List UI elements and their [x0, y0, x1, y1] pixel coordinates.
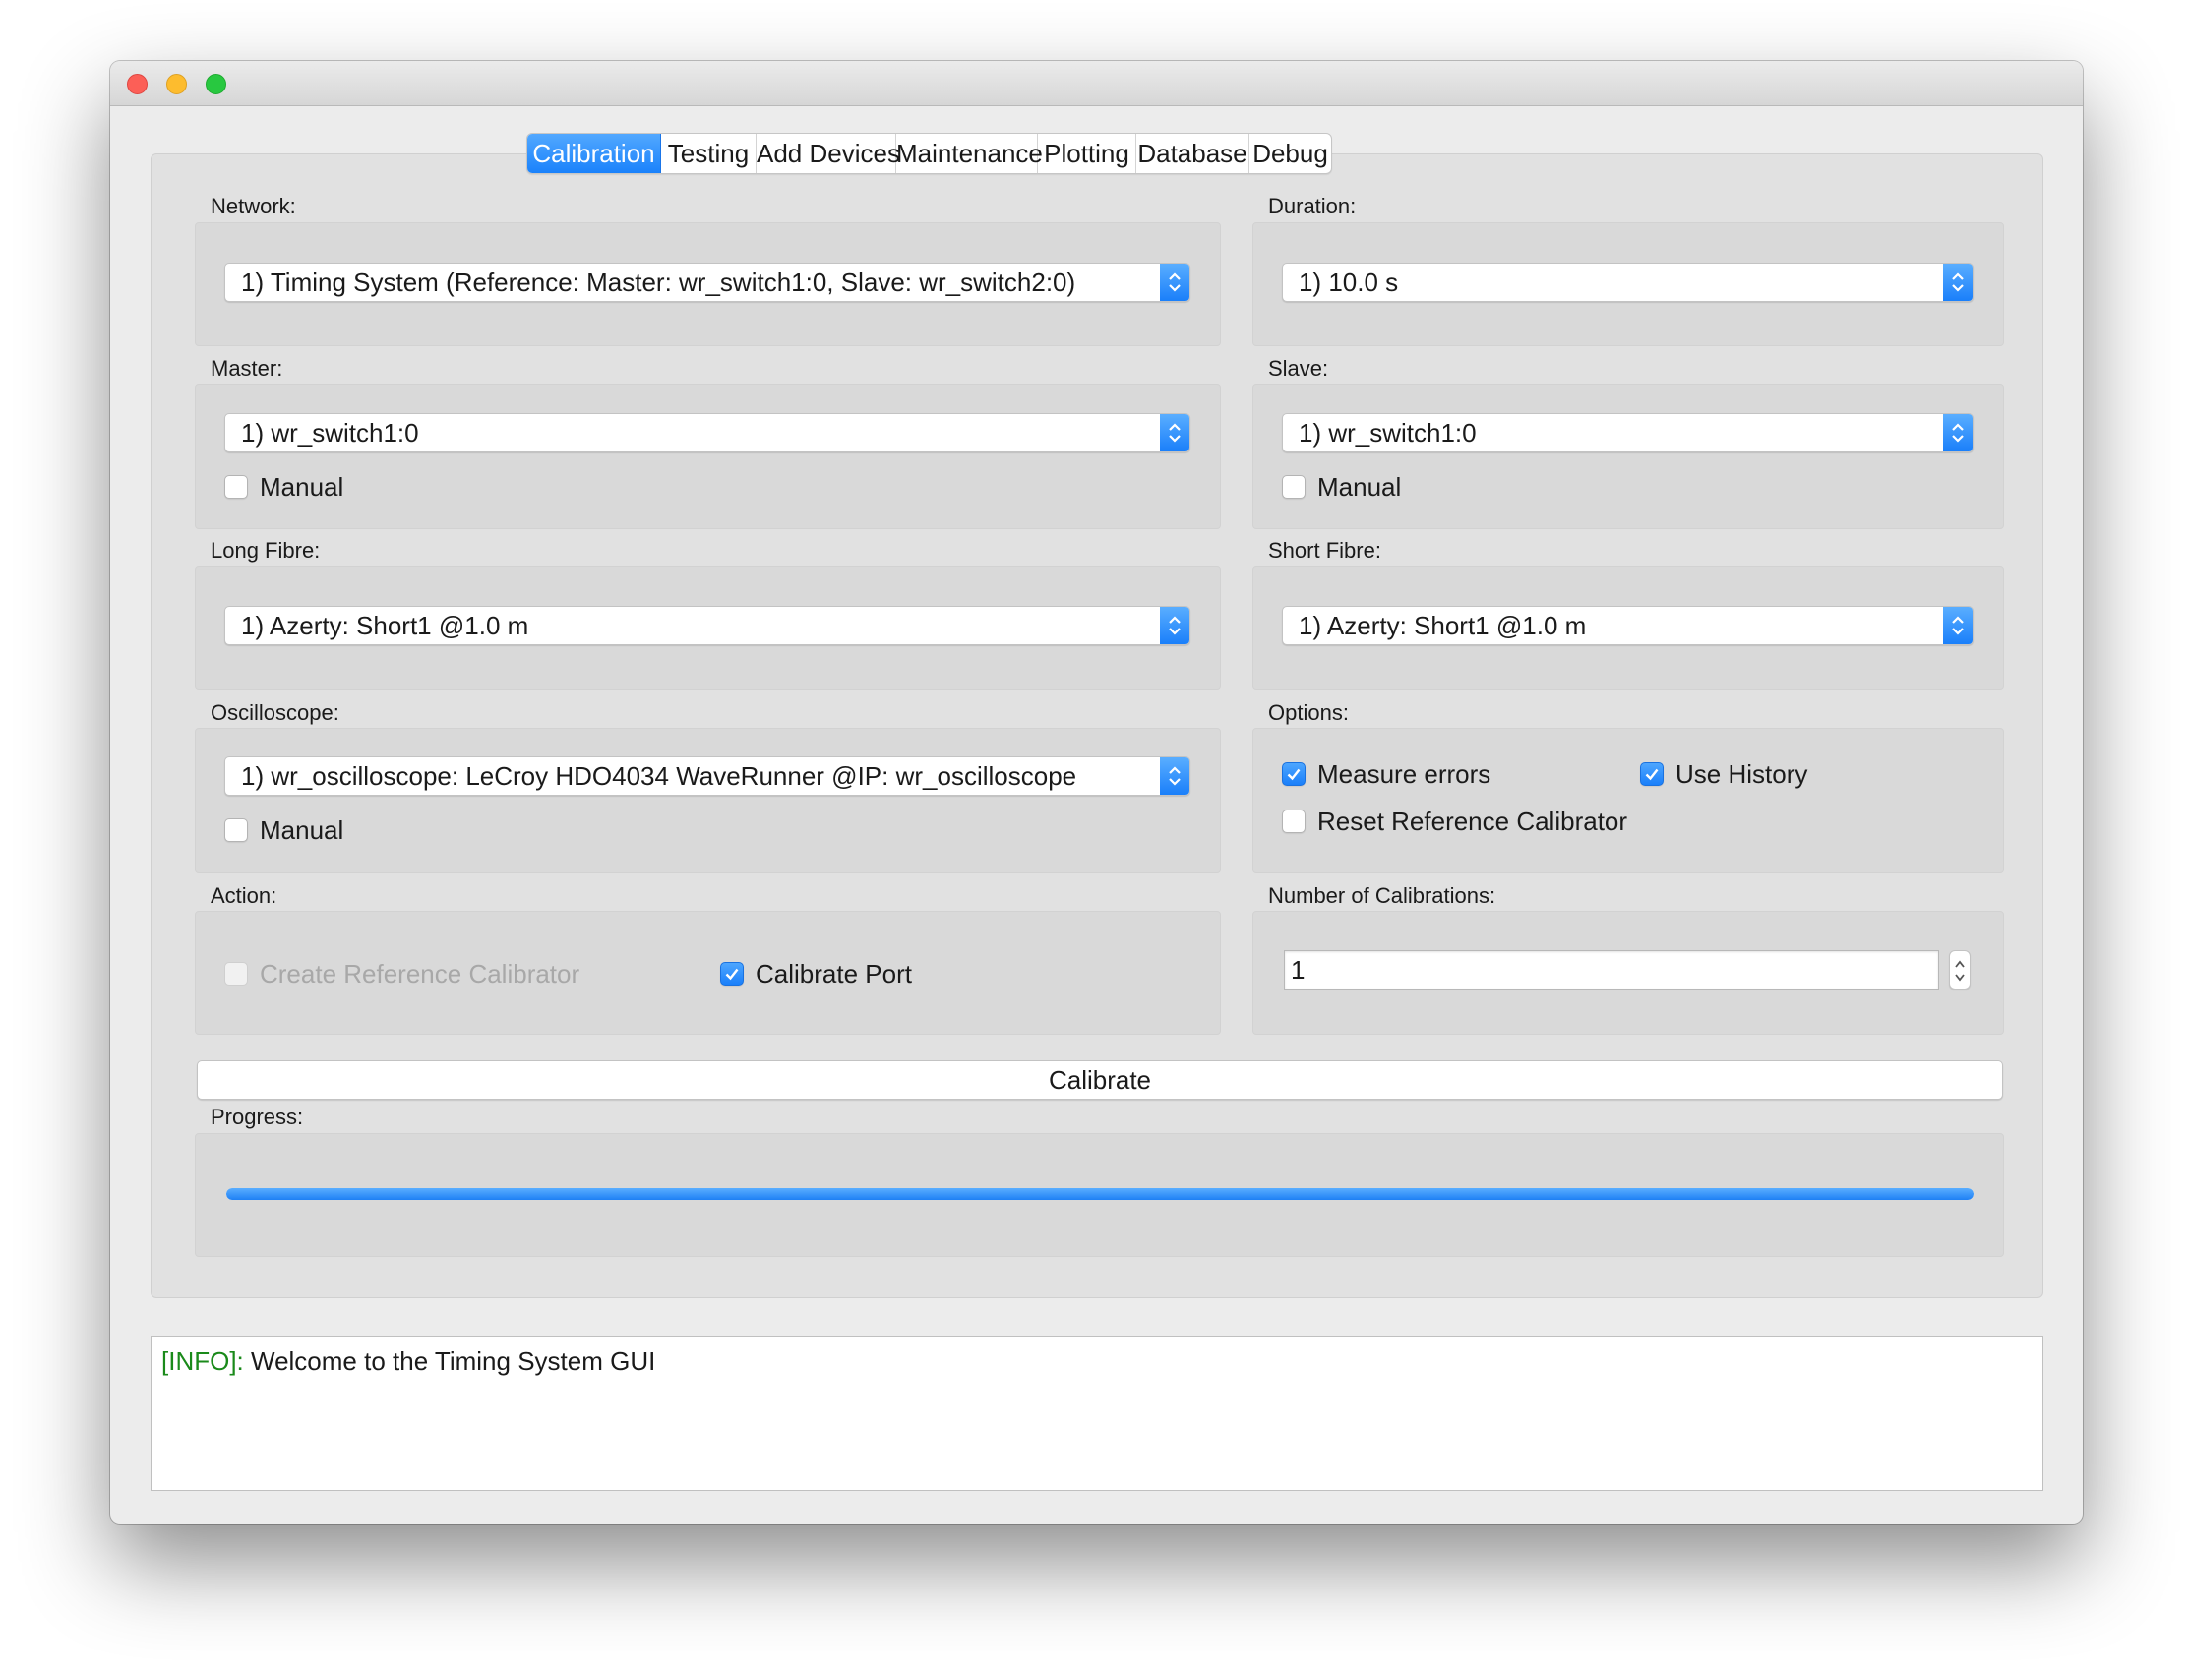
tab-plotting[interactable]: Plotting: [1038, 134, 1136, 173]
create-reference-calibrator-checkbox[interactable]: Create Reference Calibrator: [224, 959, 579, 989]
chevron-up-down-icon: [1160, 757, 1189, 795]
zoom-window-button[interactable]: [206, 74, 226, 94]
tab-bar: Calibration Testing Add Devices Maintena…: [526, 133, 1332, 174]
title-bar: [110, 61, 2083, 106]
log-line: [INFO]: Welcome to the Timing System GUI: [161, 1347, 655, 1377]
checkmark-icon: [1640, 762, 1664, 786]
short-fibre-select-value: 1) Azerty: Short1 @1.0 m: [1299, 611, 1587, 640]
duration-select[interactable]: 1) 10.0 s: [1282, 263, 1974, 302]
master-label: Master:: [211, 356, 283, 381]
master-manual-checkbox[interactable]: Manual: [224, 472, 343, 502]
master-select-value: 1) wr_switch1:0: [241, 418, 419, 448]
duration-select-value: 1) 10.0 s: [1299, 268, 1399, 297]
app-window: Calibration Testing Add Devices Maintena…: [110, 61, 2083, 1524]
measure-errors-checkbox[interactable]: Measure errors: [1282, 759, 1490, 789]
num-calibrations-input[interactable]: 1: [1284, 950, 1939, 990]
reset-reference-calibrator-label: Reset Reference Calibrator: [1317, 806, 1628, 836]
slave-label: Slave:: [1268, 356, 1329, 381]
oscilloscope-manual-checkbox[interactable]: Manual: [224, 815, 343, 845]
slave-group: [1252, 384, 2004, 529]
close-window-button[interactable]: [127, 74, 148, 94]
tab-add-devices[interactable]: Add Devices: [757, 134, 900, 173]
tab-maintenance[interactable]: Maintenance: [896, 134, 1043, 173]
options-label: Options:: [1268, 700, 1349, 725]
checkbox-unchecked-icon: [1282, 810, 1306, 833]
duration-label: Duration:: [1268, 194, 1357, 218]
checkbox-unchecked-icon: [224, 475, 248, 499]
chevron-up-down-icon: [1943, 414, 1973, 451]
tab-testing[interactable]: Testing: [661, 134, 757, 173]
oscilloscope-group: [195, 728, 1221, 873]
calibrate-port-label: Calibrate Port: [756, 958, 912, 989]
oscilloscope-select[interactable]: 1) wr_oscilloscope: LeCroy HDO4034 WaveR…: [224, 756, 1190, 796]
minimize-window-button[interactable]: [166, 74, 187, 94]
slave-select[interactable]: 1) wr_switch1:0: [1282, 413, 1974, 452]
create-reference-calibrator-label: Create Reference Calibrator: [260, 958, 580, 989]
network-label: Network:: [211, 194, 296, 218]
network-select-value: 1) Timing System (Reference: Master: wr_…: [241, 268, 1076, 297]
reset-reference-calibrator-checkbox[interactable]: Reset Reference Calibrator: [1282, 807, 1627, 836]
options-group: [1252, 728, 2004, 873]
tab-database[interactable]: Database: [1136, 134, 1249, 173]
short-fibre-label: Short Fibre:: [1268, 538, 1381, 563]
checkmark-icon: [1282, 762, 1306, 786]
measure-errors-label: Measure errors: [1317, 758, 1491, 789]
checkbox-disabled-icon: [224, 962, 248, 986]
slave-select-value: 1) wr_switch1:0: [1299, 418, 1477, 448]
long-fibre-select[interactable]: 1) Azerty: Short1 @1.0 m: [224, 606, 1190, 645]
master-select[interactable]: 1) wr_switch1:0: [224, 413, 1190, 452]
log-console[interactable]: [INFO]: Welcome to the Timing System GUI: [151, 1336, 2043, 1491]
calibrate-button[interactable]: Calibrate: [197, 1060, 2003, 1100]
oscilloscope-manual-label: Manual: [260, 814, 344, 845]
tab-calibration[interactable]: Calibration: [527, 134, 661, 173]
chevron-up-down-icon: [1160, 414, 1189, 451]
checkbox-unchecked-icon: [224, 818, 248, 842]
oscilloscope-select-value: 1) wr_oscilloscope: LeCroy HDO4034 WaveR…: [241, 761, 1077, 791]
checkmark-icon: [720, 962, 744, 986]
log-info-tag: [INFO]:: [161, 1347, 244, 1376]
chevron-up-down-icon: [1943, 607, 1973, 644]
progress-label: Progress:: [211, 1105, 304, 1129]
calibrate-port-checkbox[interactable]: Calibrate Port: [720, 959, 912, 989]
slave-manual-label: Manual: [1317, 471, 1402, 502]
num-calibrations-stepper[interactable]: [1949, 950, 1971, 990]
oscilloscope-label: Oscilloscope:: [211, 700, 339, 725]
chevron-up-down-icon: [1160, 264, 1189, 301]
slave-manual-checkbox[interactable]: Manual: [1282, 472, 1401, 502]
network-select[interactable]: 1) Timing System (Reference: Master: wr_…: [224, 263, 1190, 302]
log-message: Welcome to the Timing System GUI: [243, 1347, 656, 1376]
progress-bar-fill: [226, 1188, 1974, 1200]
long-fibre-label: Long Fibre:: [211, 538, 321, 563]
num-calibrations-label: Number of Calibrations:: [1268, 883, 1496, 908]
progress-bar: [226, 1188, 1974, 1200]
short-fibre-select[interactable]: 1) Azerty: Short1 @1.0 m: [1282, 606, 1974, 645]
stepper-arrows-icon: [1955, 960, 1965, 982]
chevron-up-down-icon: [1943, 264, 1973, 301]
tab-debug[interactable]: Debug: [1249, 134, 1331, 173]
num-calibrations-value: 1: [1291, 955, 1306, 985]
master-group: [195, 384, 1221, 529]
action-label: Action:: [211, 883, 277, 908]
use-history-label: Use History: [1675, 758, 1808, 789]
checkbox-unchecked-icon: [1282, 475, 1306, 499]
chevron-up-down-icon: [1160, 607, 1189, 644]
long-fibre-select-value: 1) Azerty: Short1 @1.0 m: [241, 611, 529, 640]
use-history-checkbox[interactable]: Use History: [1640, 759, 1807, 789]
master-manual-label: Manual: [260, 471, 344, 502]
